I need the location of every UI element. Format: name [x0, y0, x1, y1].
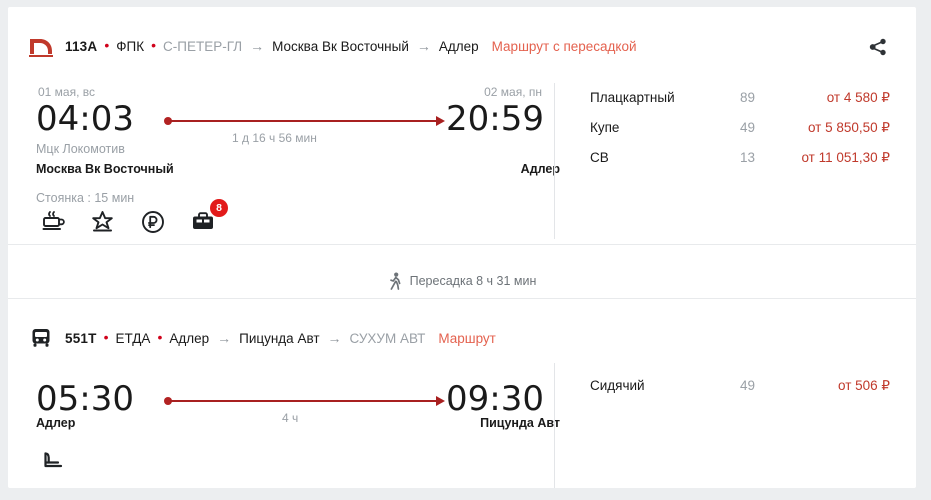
- bus-times: 05:30 09:30 4 ч: [26, 365, 546, 425]
- briefcase-icon[interactable]: 8: [188, 199, 228, 237]
- fare-row[interactable]: Плацкартный 89 от 4 580 ₽: [590, 85, 890, 115]
- train-carrier: ФПК: [116, 38, 145, 54]
- bus-duration: 4 ч: [282, 411, 299, 425]
- fare-seats: 89: [740, 90, 756, 105]
- bus-arrive-time: 09:30: [446, 379, 544, 419]
- train-fares: Плацкартный 89 от 4 580 ₽ Купе 49 от 5 8…: [590, 85, 890, 175]
- train-arrive-date: 02 мая, пн: [484, 85, 542, 99]
- bus-carrier: ЕТДА: [115, 330, 151, 346]
- bus-route-link[interactable]: Маршрут: [438, 331, 496, 346]
- sep-dot: •: [104, 37, 110, 53]
- line-bar: [170, 120, 438, 122]
- fare-class: СВ: [590, 150, 609, 165]
- bus-depart-time: 05:30: [36, 379, 134, 419]
- sep-dot: •: [103, 329, 109, 345]
- train-amenities: 8: [38, 199, 228, 237]
- seat-icon[interactable]: [38, 447, 68, 477]
- route-arrow-icon: →: [217, 330, 232, 346]
- bus-icon: [26, 326, 56, 350]
- transfer-divider-bottom: [8, 298, 916, 299]
- fare-row[interactable]: СВ 13 от 11 051,30 ₽: [590, 145, 890, 175]
- train-depart-station-sub: Мцк Локомотив: [36, 142, 125, 156]
- ruble-coin-icon[interactable]: [138, 207, 168, 237]
- train-arrive-time: 20:59: [446, 99, 544, 139]
- star-icon[interactable]: [88, 207, 118, 237]
- bus-route-to: СУХУМ АВТ: [349, 330, 426, 346]
- bus-depart-station: Адлер: [36, 416, 76, 430]
- fare-price[interactable]: от 5 850,50 ₽: [808, 120, 890, 136]
- train-depart-time: 04:03: [36, 99, 134, 139]
- fare-class: Плацкартный: [590, 90, 675, 105]
- fare-class: Сидячий: [590, 378, 645, 393]
- fare-class: Купе: [590, 120, 620, 135]
- train-route-origin: С-ПЕТЕР-ГЛ: [163, 38, 243, 54]
- fare-seats: 49: [740, 120, 756, 135]
- line-arrowhead-icon: [436, 116, 445, 126]
- fare-seats: 13: [740, 150, 756, 165]
- bus-number[interactable]: 551Т: [65, 331, 97, 346]
- fare-price[interactable]: от 11 051,30 ₽: [801, 150, 890, 166]
- sep-dot: •: [151, 37, 156, 53]
- fare-seats: 49: [740, 378, 756, 393]
- page-root: 113А • ФПК • С-ПЕТЕР-ГЛ → Москва Вк Вост…: [0, 0, 931, 500]
- line-bar: [170, 400, 438, 402]
- bus-route-origin: Адлер: [169, 330, 210, 346]
- train-depart-date: 01 мая, вс: [38, 85, 96, 99]
- train-times: 01 мая, вс 02 мая, пн 04:03 20:59 1 д 16…: [26, 85, 546, 145]
- train-number[interactable]: 113А: [65, 39, 97, 54]
- line-arrowhead-icon: [436, 396, 445, 406]
- fare-row[interactable]: Сидячий 49 от 506 ₽: [590, 373, 890, 403]
- bus-fares-divider: [554, 363, 555, 488]
- share-button[interactable]: [864, 33, 892, 61]
- bus-fares: Сидячий 49 от 506 ₽: [590, 373, 890, 403]
- sep-dot: •: [157, 329, 163, 345]
- train-icon: [26, 34, 56, 58]
- transfer-band: Пересадка 8 ч 31 мин: [8, 270, 916, 292]
- route-arrow-icon: →: [327, 330, 342, 346]
- train-route-link[interactable]: Маршрут с пересадкой: [492, 39, 637, 54]
- route-arrow-icon: →: [416, 38, 431, 54]
- bus-amenities: [38, 447, 68, 477]
- segment-header-bus: 551Т • ЕТДА • Адлер → Пицунда Авт → СУХУ…: [26, 325, 496, 351]
- train-route-from: Москва Вк Восточный: [272, 38, 409, 54]
- fare-row[interactable]: Купе 49 от 5 850,50 ₽: [590, 115, 890, 145]
- bus-route-from: Пицунда Авт: [239, 330, 320, 346]
- tea-cup-icon[interactable]: [38, 207, 68, 237]
- fare-price[interactable]: от 4 580 ₽: [827, 90, 890, 106]
- train-stop-note: Стоянка : 15 мин: [36, 191, 135, 205]
- fare-price[interactable]: от 506 ₽: [838, 378, 890, 394]
- train-fares-divider: [554, 83, 555, 239]
- transfer-divider-top: [8, 244, 916, 245]
- route-arrow-icon: →: [250, 38, 265, 54]
- share-icon: [869, 38, 886, 56]
- transfer-text: Пересадка 8 ч 31 мин: [409, 274, 537, 288]
- trip-card: 113А • ФПК • С-ПЕТЕР-ГЛ → Москва Вк Вост…: [8, 7, 916, 488]
- train-route-to: Адлер: [438, 38, 479, 54]
- baggage-count-badge: 8: [210, 199, 228, 217]
- train-duration: 1 д 16 ч 56 мин: [232, 131, 317, 145]
- train-depart-station: Москва Вк Восточный: [36, 162, 174, 176]
- bus-arrive-station: Пицунда Авт: [480, 416, 560, 430]
- walking-person-icon: [389, 272, 401, 290]
- segment-header-train: 113А • ФПК • С-ПЕТЕР-ГЛ → Москва Вк Вост…: [26, 33, 637, 59]
